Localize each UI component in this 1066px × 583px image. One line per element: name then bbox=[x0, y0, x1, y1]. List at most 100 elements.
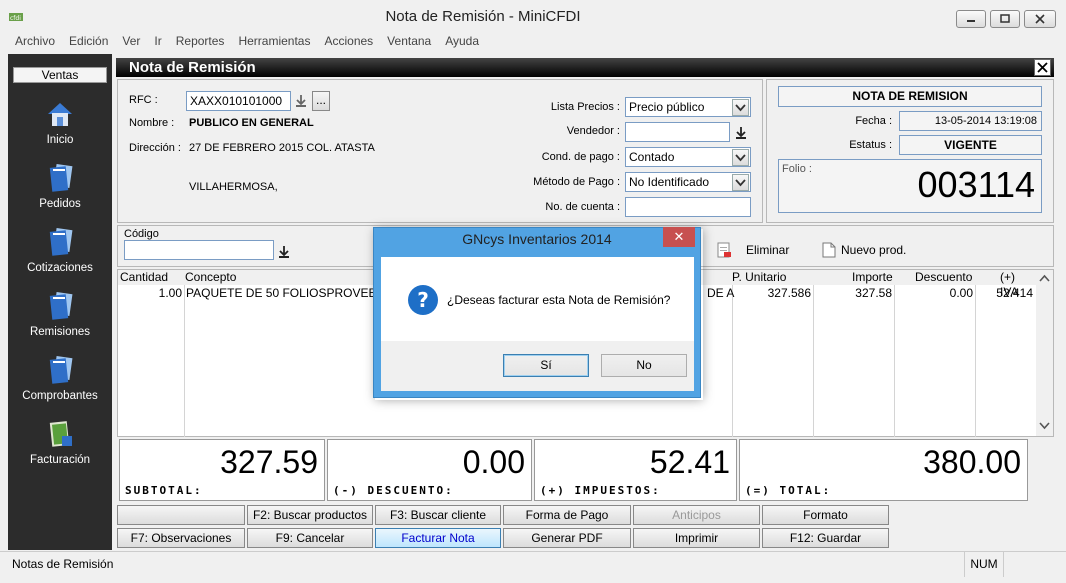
sidebar-item-label: Pedidos bbox=[39, 198, 81, 210]
total-label: (=) TOTAL: bbox=[745, 484, 832, 497]
impuestos-value: 52.41 bbox=[649, 444, 730, 480]
sidebar-item-pedidos[interactable]: Pedidos bbox=[8, 162, 112, 222]
menu-ver[interactable]: Ver bbox=[115, 32, 147, 50]
dialog-close-button[interactable]: ✕ bbox=[663, 227, 695, 247]
sidebar-item-comprobantes[interactable]: Comprobantes bbox=[8, 354, 112, 414]
estatus-value: VIGENTE bbox=[899, 135, 1042, 155]
column-header-descuento[interactable]: Descuento bbox=[915, 270, 972, 285]
blank-button[interactable] bbox=[117, 505, 245, 525]
cuenta-field[interactable] bbox=[625, 197, 751, 217]
imprimir-button[interactable]: Imprimir bbox=[633, 528, 760, 548]
rfc-label: RFC : bbox=[129, 94, 158, 106]
observaciones-button[interactable]: F7: Observaciones bbox=[117, 528, 245, 548]
column-header-importe[interactable]: Importe bbox=[852, 270, 893, 285]
column-header-cantidad[interactable]: Cantidad bbox=[120, 270, 168, 285]
dialog-no-button[interactable]: No bbox=[601, 354, 687, 377]
document-stack-icon bbox=[46, 290, 74, 322]
formato-button[interactable]: Formato bbox=[762, 505, 889, 525]
eliminar-button[interactable]: Eliminar bbox=[716, 241, 836, 259]
menu-herramientas[interactable]: Herramientas bbox=[231, 32, 317, 50]
column-divider bbox=[975, 285, 976, 437]
direccion-label: Dirección : bbox=[129, 142, 181, 154]
descuento-value: 0.00 bbox=[462, 444, 525, 480]
forma-pago-button[interactable]: Forma de Pago bbox=[503, 505, 631, 525]
download-arrow-icon[interactable] bbox=[277, 245, 291, 259]
folio-box: Folio : 003114 bbox=[778, 159, 1042, 213]
dialog-yes-button[interactable]: Sí bbox=[503, 354, 589, 377]
menu-archivo[interactable]: Archivo bbox=[8, 32, 62, 50]
cond-pago-label: Cond. de pago : bbox=[541, 151, 620, 163]
anticipos-button[interactable]: Anticipos bbox=[633, 505, 760, 525]
download-arrow-icon[interactable] bbox=[294, 94, 308, 108]
cell-unitario: 327.586 bbox=[767, 286, 811, 300]
close-button[interactable] bbox=[1024, 10, 1056, 28]
close-icon bbox=[1037, 62, 1048, 73]
menu-ventana[interactable]: Ventana bbox=[380, 32, 438, 50]
sidebar-item-remisiones[interactable]: Remisiones bbox=[8, 290, 112, 350]
download-arrow-icon[interactable] bbox=[734, 126, 748, 140]
buscar-cliente-button[interactable]: F3: Buscar cliente bbox=[375, 505, 501, 525]
generar-pdf-button[interactable]: Generar PDF bbox=[503, 528, 631, 548]
dialog-body: ? ¿Deseas facturar esta Nota de Remisión… bbox=[381, 257, 694, 341]
lista-precios-label: Lista Precios : bbox=[550, 101, 620, 113]
column-divider bbox=[894, 285, 895, 437]
num-lock-indicator: NUM bbox=[964, 552, 1004, 577]
column-header-concepto[interactable]: Concepto bbox=[185, 270, 236, 285]
nuevo-producto-button[interactable]: Nuevo prod. bbox=[822, 241, 922, 259]
vendedor-label: Vendedor : bbox=[566, 125, 620, 137]
chevron-down-icon[interactable] bbox=[732, 174, 749, 191]
subtotal-box: 327.59 SUBTOTAL: bbox=[119, 439, 325, 501]
status-text: Notas de Remisión bbox=[12, 557, 114, 571]
status-bar: Notas de Remisión NUM bbox=[0, 551, 1066, 577]
sidebar-item-label: Inicio bbox=[46, 134, 74, 146]
nombre-value: PUBLICO EN GENERAL bbox=[189, 117, 314, 129]
vendedor-field[interactable] bbox=[625, 122, 730, 142]
sidebar-item-inicio[interactable]: Inicio bbox=[8, 98, 112, 158]
scroll-up-icon[interactable] bbox=[1039, 274, 1050, 282]
buscar-productos-button[interactable]: F2: Buscar productos bbox=[247, 505, 373, 525]
fecha-value: 13-05-2014 13:19:08 bbox=[899, 111, 1042, 131]
column-header-unitario[interactable]: P. Unitario bbox=[732, 270, 786, 285]
menu-reportes[interactable]: Reportes bbox=[169, 32, 232, 50]
rfc-field[interactable]: XAXX010101000 bbox=[186, 91, 291, 111]
sidebar-item-facturacion[interactable]: Facturación bbox=[8, 418, 112, 478]
menu-edicion[interactable]: Edición bbox=[62, 32, 115, 50]
sidebar-item-label: Facturación bbox=[29, 454, 91, 466]
facturar-nota-button[interactable]: Facturar Nota bbox=[375, 528, 501, 548]
menu-acciones[interactable]: Acciones bbox=[317, 32, 380, 50]
house-icon bbox=[46, 98, 74, 130]
eliminar-label: Eliminar bbox=[746, 243, 790, 257]
codigo-field[interactable] bbox=[124, 240, 274, 260]
guardar-button[interactable]: F12: Guardar bbox=[762, 528, 889, 548]
nombre-label: Nombre : bbox=[129, 117, 175, 129]
metodo-pago-value: No Identificado bbox=[629, 175, 710, 189]
sidebar-item-cotizaciones[interactable]: Cotizaciones bbox=[8, 226, 112, 286]
rfc-browse-button[interactable]: ... bbox=[312, 91, 330, 111]
cell-iva: 52.414 bbox=[996, 286, 1033, 300]
sidebar-item-label: Cotizaciones bbox=[27, 262, 93, 274]
column-divider bbox=[732, 285, 733, 437]
column-divider bbox=[813, 285, 814, 437]
cell-concepto-tail: DE A bbox=[707, 286, 735, 300]
form-titlebar bbox=[116, 58, 1054, 77]
sidebar-header[interactable]: Ventas bbox=[13, 67, 107, 83]
minimize-button[interactable] bbox=[956, 10, 986, 28]
lista-precios-select[interactable]: Precio público bbox=[625, 97, 751, 117]
cancelar-button[interactable]: F9: Cancelar bbox=[247, 528, 373, 548]
form-close-button[interactable] bbox=[1034, 59, 1051, 76]
cond-pago-select[interactable]: Contado bbox=[625, 147, 751, 167]
new-document-icon bbox=[822, 242, 836, 258]
metodo-pago-select[interactable]: No Identificado bbox=[625, 172, 751, 192]
chevron-down-icon[interactable] bbox=[732, 99, 749, 116]
maximize-button[interactable] bbox=[990, 10, 1020, 28]
impuestos-box: 52.41 (+) IMPUESTOS: bbox=[534, 439, 737, 501]
chevron-down-icon[interactable] bbox=[732, 149, 749, 166]
subtotal-value: 327.59 bbox=[220, 444, 318, 480]
menu-ayuda[interactable]: Ayuda bbox=[438, 32, 486, 50]
cond-pago-value: Contado bbox=[629, 150, 675, 164]
delete-document-icon bbox=[717, 242, 731, 258]
scroll-down-icon[interactable] bbox=[1039, 422, 1050, 430]
table-scrollbar[interactable] bbox=[1036, 270, 1053, 436]
estatus-label: Estatus : bbox=[849, 139, 892, 151]
menu-ir[interactable]: Ir bbox=[147, 32, 168, 50]
